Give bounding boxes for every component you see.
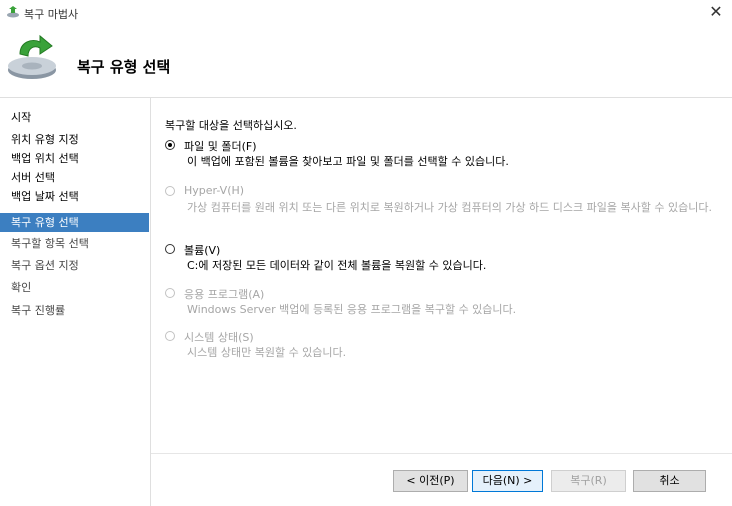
volume-radio[interactable] [165,244,175,254]
volume-description: C:에 저장된 모든 데이터와 같이 전체 볼륨을 복원할 수 있습니다. [187,259,487,272]
close-icon: ✕ [709,2,723,21]
system-state-label: 시스템 상태(S) [184,331,254,344]
restore-app-icon [7,6,19,18]
sidebar-item-recovery-progress: 복구 진행률 [11,304,66,317]
sidebar-item-select-items: 복구할 항목 선택 [11,237,89,250]
next-button[interactable]: 다음(N) > [472,470,543,492]
restore-wizard-icon [8,34,56,79]
sidebar-item-start: 시작 [11,111,32,124]
files-folders-radio[interactable] [165,140,175,150]
sidebar-item-backup-date: 백업 날짜 선택 [11,190,79,203]
files-folders-description: 이 백업에 포함된 볼륨을 찾아보고 파일 및 폴더를 선택할 수 있습니다. [187,155,509,168]
system-state-description: 시스템 상태만 복원할 수 있습니다. [187,346,347,359]
sidebar-item-confirmation: 확인 [11,281,32,294]
sidebar-item-recovery-type: 복구 유형 선택 [0,213,149,232]
wizard-steps-sidebar: 시작 위치 유형 지정 백업 위치 선택 서버 선택 백업 날짜 선택 복구 유… [0,98,151,506]
sidebar-item-location-type: 위치 유형 지정 [11,133,79,146]
applications-description: Windows Server 백업에 등록된 응용 프로그램을 복구할 수 있습… [187,303,517,316]
wizard-header: 복구 유형 선택 [0,24,732,98]
files-folders-label[interactable]: 파일 및 폴더(F) [184,138,257,154]
sidebar-item-backup-location: 백업 위치 선택 [11,152,79,165]
applications-radio [165,288,175,298]
system-state-radio [165,331,175,341]
recover-button: 복구(R) [551,470,626,492]
footer-divider [151,453,732,454]
selection-prompt: 복구할 대상을 선택하십시오. [165,119,297,132]
main-content: 복구할 대상을 선택하십시오. 파일 및 폴더(F) 이 백업에 포함된 볼륨을… [151,98,732,506]
volume-label[interactable]: 볼륨(V) [184,242,220,258]
sidebar-item-recovery-options: 복구 옵션 지정 [11,259,79,272]
page-heading: 복구 유형 선택 [77,58,171,76]
applications-label: 응용 프로그램(A) [184,288,265,301]
hyper-v-radio [165,186,175,196]
hyper-v-label: Hyper-V(H) [184,184,245,197]
cancel-button[interactable]: 취소 [633,470,706,492]
window-title: 복구 마법사 [24,8,79,21]
back-button[interactable]: < 이전(P) [393,470,468,492]
close-button[interactable]: ✕ [706,2,726,22]
sidebar-item-server: 서버 선택 [11,171,55,184]
hyper-v-description: 가상 컴퓨터를 원래 위치 또는 다른 위치로 복원하거나 가상 컴퓨터의 가상… [187,201,712,214]
title-bar: 복구 마법사 ✕ [0,0,732,24]
